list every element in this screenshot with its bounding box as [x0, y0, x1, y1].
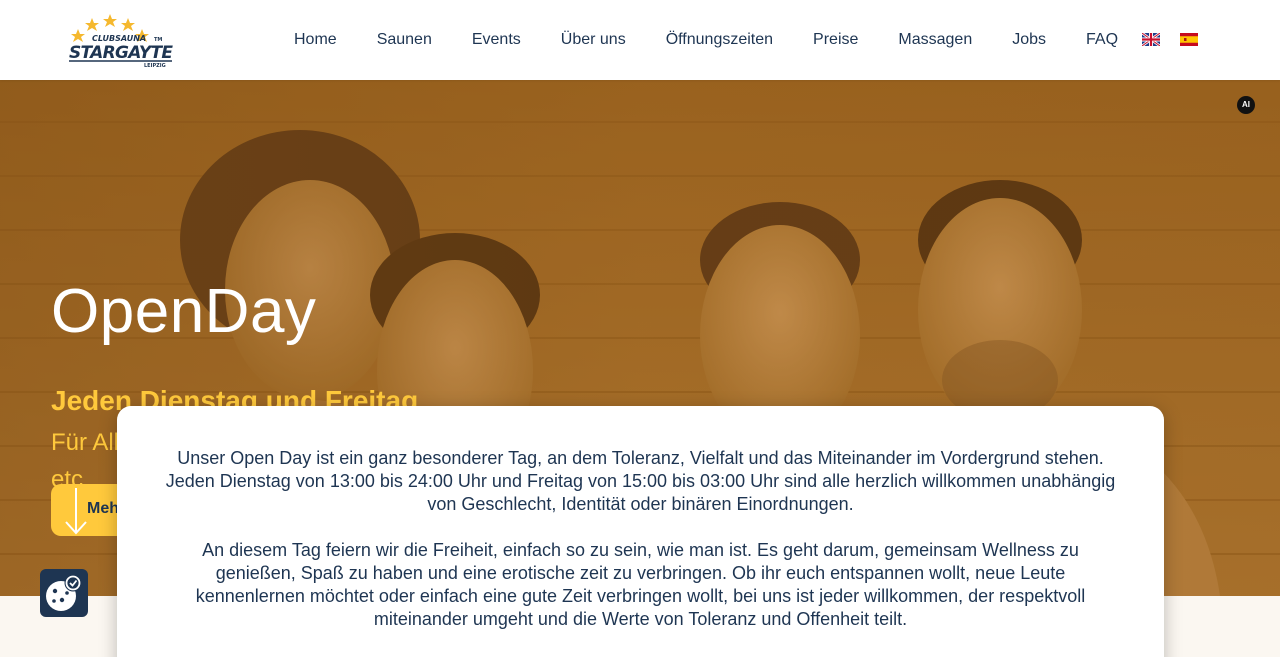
- card-paragraph-2: An diesem Tag feiern wir die Freiheit, e…: [195, 540, 1086, 629]
- nav-oeffnungszeiten[interactable]: Öffnungszeiten: [646, 31, 793, 49]
- english-flag-icon[interactable]: [1142, 33, 1160, 46]
- svg-text:LEIPZIG: LEIPZIG: [144, 63, 166, 69]
- language-switcher: [1142, 33, 1198, 46]
- cookie-settings-button[interactable]: [40, 569, 88, 617]
- openday-info-card: Unser Open Day ist ein ganz besonderer T…: [117, 406, 1164, 657]
- main-nav: Home Saunen Events Über uns Öffnungszeit…: [274, 0, 1138, 80]
- nav-preise[interactable]: Preise: [793, 31, 878, 49]
- spanish-flag-icon[interactable]: [1180, 33, 1198, 46]
- arrow-down-icon: [65, 488, 87, 535]
- site-logo[interactable]: CLUBSAUNA TM STARGAYTE LEIPZIG: [66, 12, 178, 70]
- nav-faq[interactable]: FAQ: [1066, 31, 1138, 49]
- hero-title: OpenDay: [51, 277, 317, 346]
- svg-text:STARGAYTE: STARGAYTE: [69, 43, 173, 63]
- stargayte-logo-icon: CLUBSAUNA TM STARGAYTE LEIPZIG: [69, 14, 173, 69]
- site-header: CLUBSAUNA TM STARGAYTE LEIPZIG Home Saun…: [0, 0, 1280, 80]
- ai-badge: AI: [1237, 96, 1255, 114]
- cookie-settings-icon: [46, 574, 82, 611]
- nav-saunen[interactable]: Saunen: [357, 31, 452, 49]
- card-paragraph-1: Unser Open Day ist ein ganz besonderer T…: [165, 448, 1116, 514]
- nav-massagen[interactable]: Massagen: [878, 31, 992, 49]
- nav-ueber-uns[interactable]: Über uns: [541, 31, 646, 49]
- nav-home[interactable]: Home: [274, 31, 357, 49]
- svg-text:CLUBSAUNA: CLUBSAUNA: [92, 34, 146, 43]
- nav-events[interactable]: Events: [452, 31, 541, 49]
- nav-jobs[interactable]: Jobs: [992, 31, 1066, 49]
